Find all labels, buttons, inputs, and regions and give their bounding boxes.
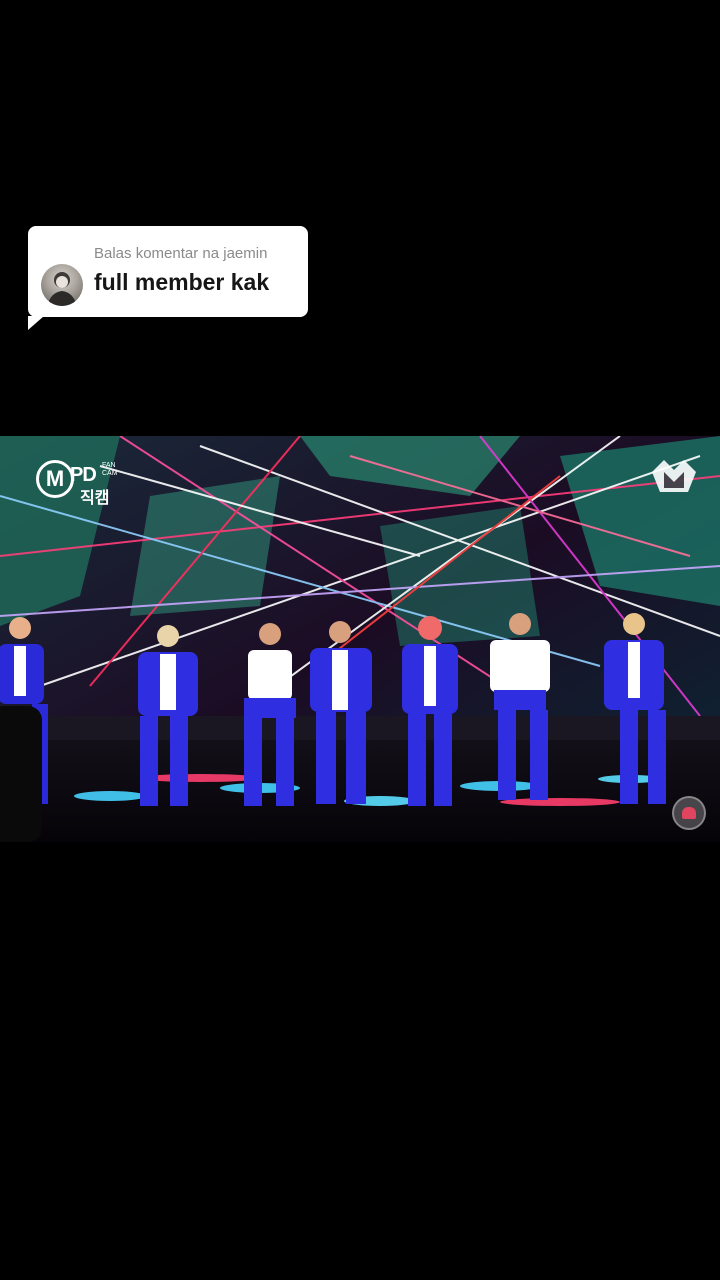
mpd-fancam-logo: M PD FAN CAM 직캠 [36, 460, 126, 507]
logo-letter: M [36, 460, 74, 498]
reply-comment-text: full member kak [94, 269, 270, 295]
logo-korean: 직캠 [80, 488, 110, 507]
reply-comment-sticker[interactable]: Balas komentar na jaemin full member kak [28, 226, 308, 330]
logo-tag: FAN CAM [102, 462, 118, 477]
avatar-icon [47, 272, 77, 306]
commenter-avatar [41, 264, 83, 306]
reply-header: Balas komentar na jaemin [94, 245, 268, 262]
m2-logo-icon [650, 458, 698, 494]
video-player[interactable]: M PD FAN CAM 직캠 [0, 436, 720, 842]
tiktok-video-screen: Balas komentar na jaemin full member kak [0, 0, 720, 1280]
speech-tail [28, 316, 44, 330]
channel-watermark-icon [672, 796, 706, 830]
